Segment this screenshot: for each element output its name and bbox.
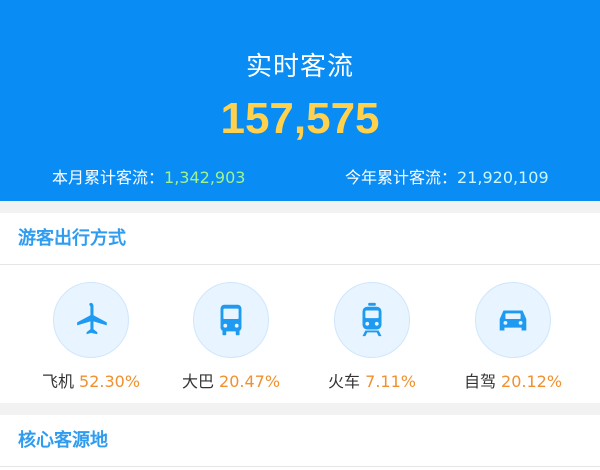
train-label: 火车 7.11%: [302, 368, 442, 392]
month-cumulative-label: 本月累计客流：: [52, 168, 165, 187]
travel-mode-bus[interactable]: 大巴 20.47%: [161, 282, 301, 392]
car-icon: [475, 282, 551, 358]
year-cumulative-label: 今年累计客流：: [345, 168, 458, 187]
train-name: 火车: [328, 372, 361, 391]
airplane-label: 飞机 52.30%: [21, 368, 161, 392]
month-cumulative-value: 1,342,903: [164, 168, 246, 187]
car-percent: 20.12%: [501, 372, 563, 391]
year-cumulative-value: 21,920,109: [457, 168, 549, 187]
airplane-name: 飞机: [41, 372, 74, 391]
airplane-icon: [53, 282, 129, 358]
bus-icon: [193, 282, 269, 358]
travel-mode-airplane[interactable]: 飞机 52.30%: [21, 282, 161, 392]
train-percent: 7.11%: [365, 372, 416, 391]
realtime-flow-title: 实时客流: [245, 52, 354, 82]
month-cumulative-stat: 本月累计客流：1,342,903: [52, 164, 245, 188]
travel-mode-train[interactable]: 火车 7.11%: [302, 282, 442, 392]
realtime-flow-header: 实时客流 157,575 本月累计客流：1,342,903 今年累计客流：21,…: [0, 0, 600, 201]
travel-mode-title: 游客出行方式: [0, 213, 600, 265]
bus-name: 大巴: [181, 372, 214, 391]
bus-label: 大巴 20.47%: [161, 368, 301, 392]
realtime-flow-total: 157,575: [220, 94, 380, 143]
bus-percent: 20.47%: [219, 372, 281, 391]
core-source-card: 核心客源地: [0, 415, 600, 470]
travel-mode-card: 游客出行方式 飞机 52.30% 大巴 20.47% 火车 7.11% 自驾 2…: [0, 213, 600, 403]
train-icon: [334, 282, 410, 358]
airplane-percent: 52.30%: [79, 372, 141, 391]
travel-mode-car[interactable]: 自驾 20.12%: [443, 282, 583, 392]
car-name: 自驾: [463, 372, 496, 391]
year-cumulative-stat: 今年累计客流：21,920,109: [345, 164, 549, 188]
core-source-title: 核心客源地: [0, 415, 600, 467]
car-label: 自驾 20.12%: [443, 368, 583, 392]
